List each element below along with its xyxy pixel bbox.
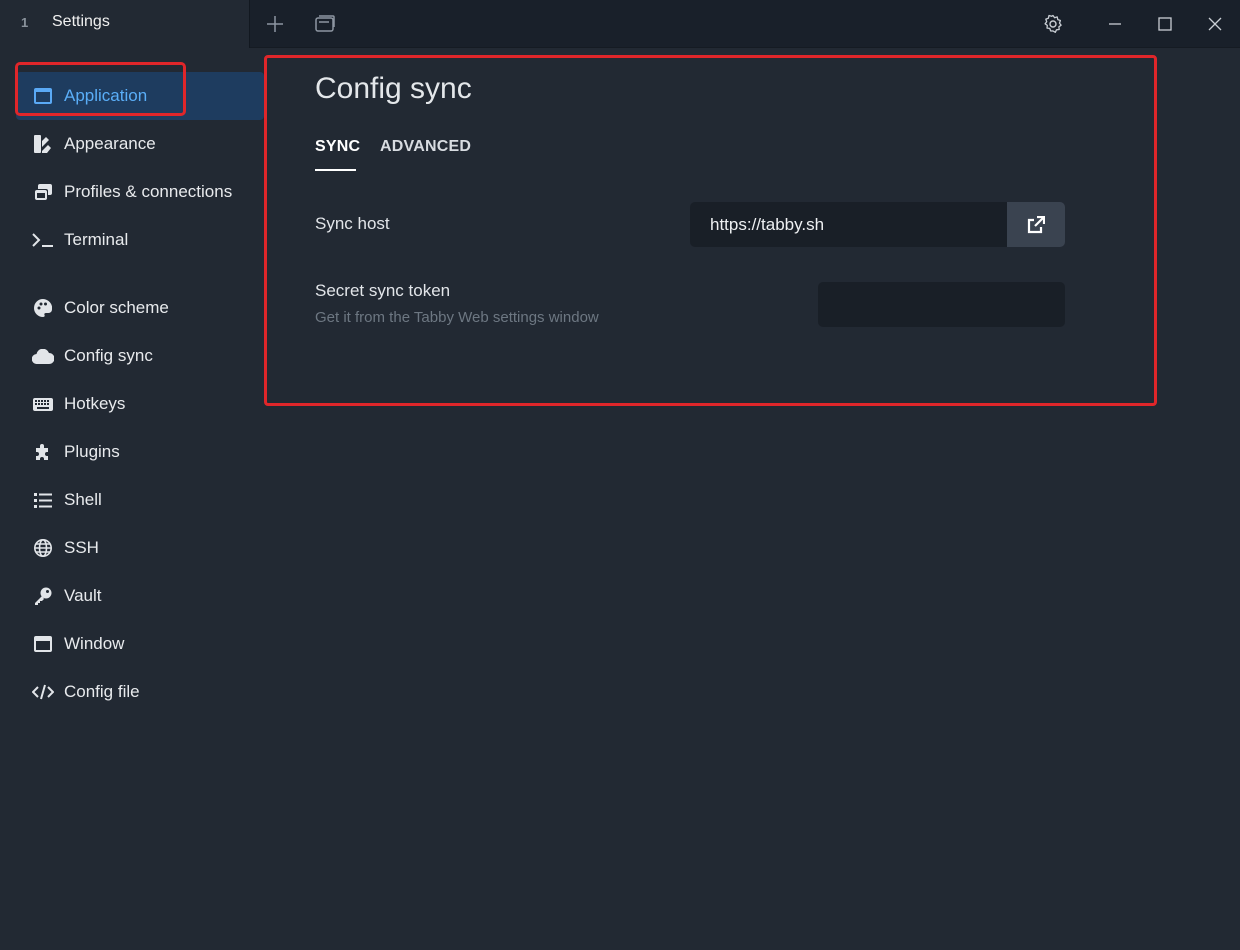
sidebar-item-config-sync[interactable]: Config sync: [16, 332, 264, 380]
external-link-icon: [1027, 215, 1045, 233]
code-icon: [32, 682, 54, 702]
sidebar-item-label: Hotkeys: [64, 394, 126, 413]
key-icon: [32, 586, 54, 606]
tab-settings[interactable]: 1 Settings: [0, 0, 250, 48]
sidebar-item-label: Window: [64, 634, 125, 653]
appearance-icon: [32, 134, 54, 154]
sidebar-item-plugins[interactable]: Plugins: [16, 428, 264, 476]
sidebar-item-label: Profiles & connections: [64, 182, 233, 201]
maximize-icon[interactable]: [1150, 9, 1180, 39]
sidebar-item-shell[interactable]: Shell: [16, 476, 264, 524]
minimize-icon[interactable]: [1100, 9, 1130, 39]
palette-icon: [32, 298, 54, 318]
application-icon: [32, 86, 54, 106]
active-tab-indicator: [315, 169, 356, 171]
sidebar-item-label: Plugins: [64, 442, 120, 461]
sidebar-item-hotkeys[interactable]: Hotkeys: [16, 380, 264, 428]
sidebar-item-config-file[interactable]: Config file: [16, 668, 264, 716]
tab-title: Settings: [52, 13, 110, 30]
sidebar-item-terminal[interactable]: Terminal: [16, 216, 264, 264]
sidebar-item-label: Terminal: [64, 230, 129, 249]
tab-index: 1: [21, 15, 29, 30]
secret-token-description: Get it from the Tabby Web settings windo…: [315, 309, 599, 326]
sidebar: Application Appearance Profiles & connec…: [0, 48, 265, 950]
open-external-button[interactable]: [1007, 202, 1065, 247]
sidebar-item-application[interactable]: Application: [16, 72, 264, 120]
profiles-icon: [32, 182, 54, 202]
sidebar-item-color-scheme[interactable]: Color scheme: [16, 284, 264, 332]
sidebar-item-vault[interactable]: Vault: [16, 572, 264, 620]
puzzle-icon: [32, 442, 54, 462]
plus-icon[interactable]: [260, 9, 290, 39]
sidebar-item-label: Vault: [64, 586, 102, 605]
sidebar-item-label: Config file: [64, 682, 140, 701]
sidebar-item-label: Application: [64, 86, 148, 105]
tab-sync[interactable]: SYNC: [315, 138, 360, 156]
cloud-icon: [32, 346, 54, 366]
page-title: Config sync: [315, 72, 472, 105]
title-bar: 1 Settings: [0, 0, 1240, 48]
keyboard-icon: [32, 394, 54, 414]
secret-token-label: Secret sync token: [315, 281, 451, 300]
sidebar-item-appearance[interactable]: Appearance: [16, 120, 264, 168]
window-icon[interactable]: [310, 9, 340, 39]
globe-icon: [32, 538, 54, 558]
window-icon: [32, 634, 54, 654]
terminal-icon: [32, 230, 54, 250]
secret-token-input[interactable]: [818, 282, 1065, 327]
sync-host-input[interactable]: https://tabby.sh: [690, 202, 1007, 247]
tab-advanced[interactable]: ADVANCED: [380, 138, 471, 156]
close-icon[interactable]: [1200, 9, 1230, 39]
sidebar-item-label: SSH: [64, 538, 99, 557]
sidebar-item-label: Color scheme: [64, 298, 169, 317]
sidebar-item-label: Shell: [64, 490, 102, 509]
sidebar-item-window[interactable]: Window: [16, 620, 264, 668]
sidebar-item-label: Appearance: [64, 134, 156, 153]
gear-icon[interactable]: [1038, 9, 1068, 39]
sidebar-item-profiles[interactable]: Profiles & connections: [16, 168, 264, 216]
sync-host-label: Sync host: [315, 214, 390, 233]
list-icon: [32, 490, 54, 510]
sidebar-item-ssh[interactable]: SSH: [16, 524, 264, 572]
sidebar-item-label: Config sync: [64, 346, 153, 365]
